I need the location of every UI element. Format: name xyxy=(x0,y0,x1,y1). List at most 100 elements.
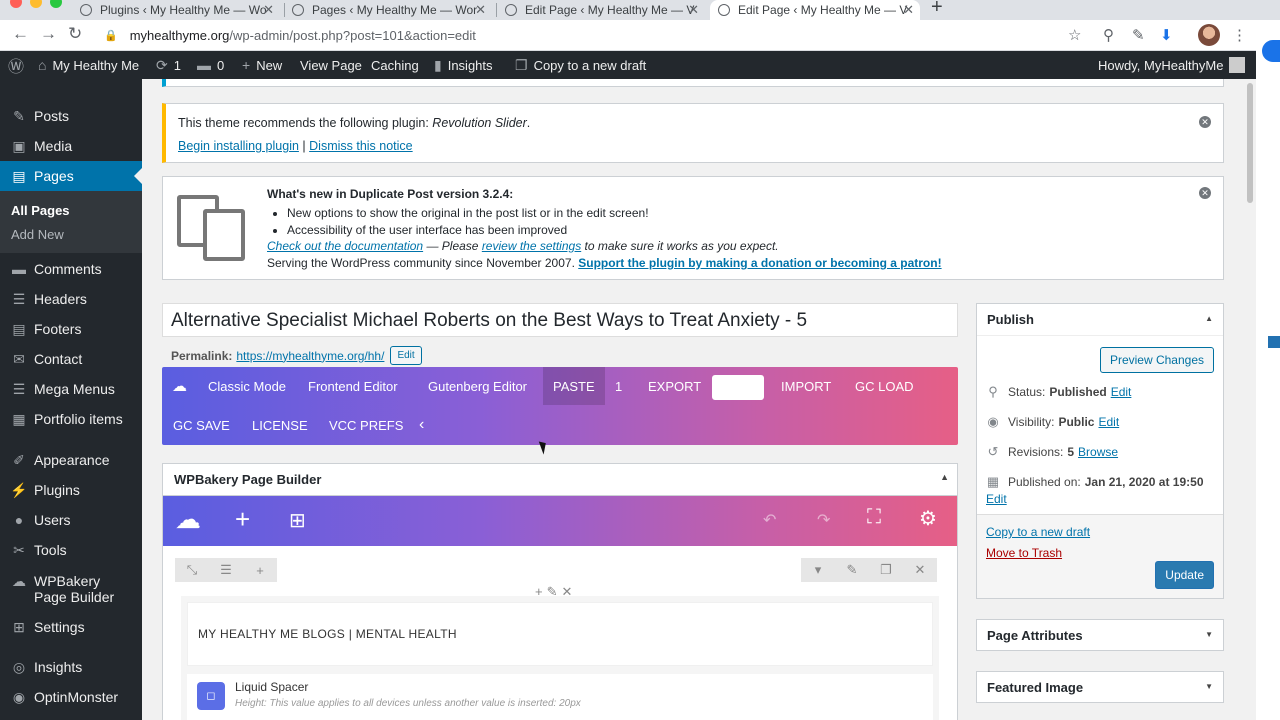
sidebar-item-settings[interactable]: ⊞ Settings xyxy=(0,612,142,642)
close-notice-icon[interactable]: ✕ xyxy=(1199,116,1211,128)
publish-header[interactable]: Publish ▲ xyxy=(977,304,1223,336)
search-extension-icon[interactable]: ⚲ xyxy=(1103,26,1114,44)
clone-icon[interactable]: ❐ xyxy=(869,562,903,578)
page-attributes-header[interactable]: Page Attributes ▼ xyxy=(977,620,1223,652)
close-icon[interactable]: ✕ xyxy=(903,562,937,578)
side-chip[interactable] xyxy=(1262,40,1280,62)
paste-button[interactable]: PASTE xyxy=(543,367,605,405)
wpbakery-title[interactable]: WPBakery Page Builder ▲ xyxy=(163,464,957,496)
comments-link[interactable]: ▬ 0 xyxy=(197,51,224,79)
browser-tab[interactable]: Edit Page ‹ My Healthy Me — V ✕ xyxy=(505,0,705,20)
forward-icon[interactable]: → xyxy=(40,24,57,44)
copy-draft-link[interactable]: ❐ Copy to a new draft xyxy=(515,51,646,79)
update-button[interactable]: Update xyxy=(1155,561,1214,589)
sidebar-item-plugins[interactable]: ⚡ Plugins xyxy=(0,475,142,505)
collapse-chevron-icon[interactable]: ‹ xyxy=(419,406,424,444)
sidebar-item-mega-menus[interactable]: ☰ Mega Menus xyxy=(0,374,142,404)
review-settings-link[interactable]: review the settings xyxy=(482,239,581,253)
new-tab-icon[interactable]: + xyxy=(931,0,943,19)
sidebar-item-portfolio[interactable]: ▦ Portfolio items xyxy=(0,404,142,434)
caret-up-icon[interactable]: ▲ xyxy=(940,472,949,482)
download-icon[interactable]: ⬇ xyxy=(1160,26,1173,44)
caret-up-icon[interactable]: ▲ xyxy=(1205,314,1213,323)
site-name-link[interactable]: ⌂ My Healthy Me xyxy=(38,51,139,79)
sidebar-item-posts[interactable]: ✎ Posts xyxy=(0,101,142,131)
close-tab-icon[interactable]: ✕ xyxy=(475,2,486,18)
add-element-icon[interactable]: + xyxy=(235,504,250,535)
edit-status-link[interactable]: Edit xyxy=(1111,385,1132,399)
begin-installing-link[interactable]: Begin installing plugin xyxy=(178,139,299,153)
pencil-icon[interactable]: ✎ xyxy=(835,562,869,578)
browse-revisions-link[interactable]: Browse xyxy=(1078,445,1118,459)
export-button[interactable]: EXPORT xyxy=(648,367,701,405)
submenu-all-pages[interactable]: All Pages xyxy=(11,203,70,218)
sidebar-item-footers[interactable]: ▤ Footers xyxy=(0,314,142,344)
gc-save-button[interactable]: GC SAVE xyxy=(173,406,230,444)
profile-avatar[interactable] xyxy=(1198,24,1220,46)
sidebar-item-media[interactable]: ▣ Media xyxy=(0,131,142,161)
fullscreen-icon[interactable]: ⛶ xyxy=(867,506,881,529)
preview-changes-button[interactable]: Preview Changes xyxy=(1099,347,1214,373)
post-title-input[interactable]: Alternative Specialist Michael Roberts o… xyxy=(162,303,958,337)
new-content-link[interactable]: + New xyxy=(242,51,282,79)
scrollbar[interactable] xyxy=(1244,79,1256,720)
support-plugin-link[interactable]: Support the plugin by making a donation … xyxy=(578,256,941,270)
edit-visibility-link[interactable]: Edit xyxy=(1098,415,1119,429)
sidebar-item-wpbakery[interactable]: ☁ WPBakery Page Builder xyxy=(0,573,142,609)
gutenberg-editor-button[interactable]: Gutenberg Editor xyxy=(428,367,527,405)
caching-link[interactable]: Caching xyxy=(371,51,419,79)
cloud-icon[interactable]: ☁ xyxy=(172,367,187,405)
featured-image-header[interactable]: Featured Image ▼ xyxy=(977,672,1223,704)
sidebar-item-headers[interactable]: ☰ Headers xyxy=(0,284,142,314)
insights-link[interactable]: ▮ Insights xyxy=(434,51,493,79)
layout-icon[interactable]: ☰ xyxy=(209,562,243,578)
close-tab-icon[interactable]: ✕ xyxy=(903,2,914,18)
classic-mode-button[interactable]: Classic Mode xyxy=(208,367,286,405)
copy-draft-link[interactable]: Copy to a new draft xyxy=(986,525,1090,539)
caret-down-icon[interactable]: ▼ xyxy=(1205,630,1213,639)
menu-dots-icon[interactable]: ⋮ xyxy=(1232,26,1247,44)
text-element[interactable]: MY HEALTHY ME BLOGS | MENTAL HEALTH xyxy=(187,602,933,666)
toolbar-input[interactable] xyxy=(712,375,764,400)
check-docs-link[interactable]: Check out the documentation xyxy=(267,239,423,253)
gear-icon[interactable]: ⚙ xyxy=(919,506,937,531)
sidebar-item-appearance[interactable]: ✐ Appearance xyxy=(0,445,142,475)
undo-icon[interactable]: ↶ xyxy=(763,510,776,530)
scrollbar-thumb[interactable] xyxy=(1247,83,1253,203)
move-to-trash-link[interactable]: Move to Trash xyxy=(986,546,1062,560)
sidebar-item-users[interactable]: ● Users xyxy=(0,505,142,535)
url-field[interactable]: 🔒 myhealthyme.org/wp-admin/post.php?post… xyxy=(100,22,1090,48)
caret-down-icon[interactable]: ▼ xyxy=(1205,682,1213,691)
back-icon[interactable]: ← xyxy=(12,24,29,44)
import-button[interactable]: IMPORT xyxy=(781,367,831,405)
sidebar-item-pages[interactable]: ▤ Pages xyxy=(0,161,142,191)
sidebar-item-comments[interactable]: ▬ Comments xyxy=(0,254,142,284)
wordpress-logo-icon[interactable]: Ⓦ xyxy=(8,51,24,79)
submenu-add-new[interactable]: Add New xyxy=(11,227,64,242)
edit-permalink-button[interactable]: Edit xyxy=(390,346,422,365)
browser-tab[interactable]: Pages ‹ My Healthy Me — Wor ✕ xyxy=(292,0,492,20)
sidebar-item-insights[interactable]: ◎ Insights xyxy=(0,652,142,682)
dismiss-notice-link[interactable]: Dismiss this notice xyxy=(309,139,413,153)
browser-tab[interactable]: Plugins ‹ My Healthy Me — Wo ✕ xyxy=(80,0,280,20)
minimize-window-button[interactable] xyxy=(30,0,42,8)
permalink-url[interactable]: https://myhealthyme.org/hh/ xyxy=(236,349,384,363)
zoom-window-button[interactable] xyxy=(50,0,62,8)
account-menu[interactable]: Howdy, MyHealthyMe xyxy=(1098,51,1246,79)
sidebar-item-contact[interactable]: ✉ Contact xyxy=(0,344,142,374)
reload-icon[interactable]: ↻ xyxy=(68,24,82,44)
chevron-down-icon[interactable]: ▾ xyxy=(801,562,835,578)
close-tab-icon[interactable]: ✕ xyxy=(688,2,699,18)
add-column-icon[interactable]: + xyxy=(243,563,277,578)
close-window-button[interactable] xyxy=(10,0,22,8)
updates-link[interactable]: ⟳ 1 xyxy=(156,51,181,79)
templates-icon[interactable]: ⊞ xyxy=(289,508,306,533)
move-icon[interactable]: ⤡ xyxy=(175,562,209,578)
view-page-link[interactable]: View Page xyxy=(300,51,362,79)
vcc-prefs-button[interactable]: VCC PREFS xyxy=(329,406,403,444)
spacer-element[interactable]: ◻ Liquid Spacer Height: This value appli… xyxy=(187,674,933,720)
sidebar-item-tools[interactable]: ✂ Tools xyxy=(0,535,142,565)
sidebar-item-optinmonster[interactable]: ◉ OptinMonster xyxy=(0,682,142,712)
close-tab-icon[interactable]: ✕ xyxy=(263,2,274,18)
frontend-editor-button[interactable]: Frontend Editor xyxy=(308,367,398,405)
